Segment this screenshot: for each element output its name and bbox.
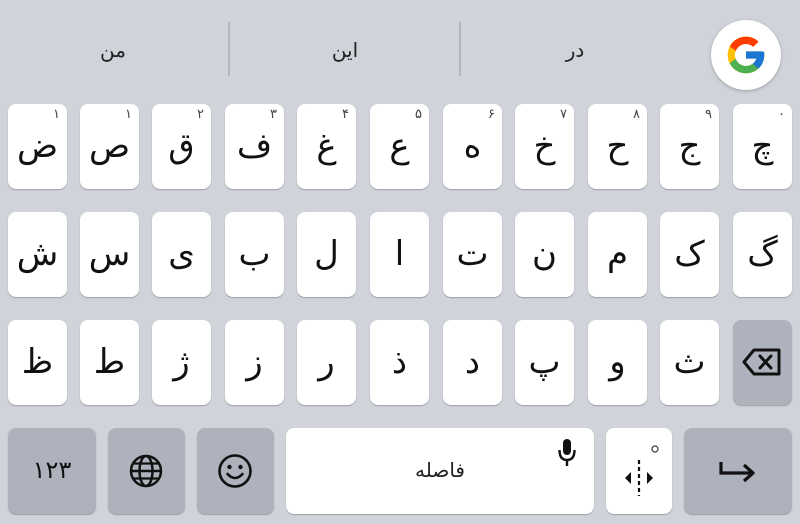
key-row3[interactable]: ث	[660, 320, 719, 405]
key-row2[interactable]: ش	[8, 212, 67, 297]
key-char: و	[609, 342, 626, 382]
key-char: ج	[678, 126, 701, 166]
key-char: س	[88, 234, 131, 274]
key-char: ز	[246, 342, 263, 382]
key-char: خ	[533, 126, 556, 166]
key-char: ت	[456, 234, 489, 274]
google-g-icon	[727, 36, 765, 74]
key-row2[interactable]: ت	[443, 212, 502, 297]
key-row2[interactable]: س	[80, 212, 139, 297]
key-row3[interactable]: ژ	[152, 320, 211, 405]
key-hint: ۳	[270, 107, 277, 122]
key-hint: ۸	[633, 107, 640, 122]
key-hint: ۱	[125, 107, 132, 122]
suggestion-divider	[228, 22, 230, 76]
cursor-move-icon	[625, 445, 659, 496]
backspace-icon	[742, 348, 781, 376]
key-row3[interactable]: ظ	[8, 320, 67, 405]
key-char: ط	[93, 342, 126, 382]
globe-key[interactable]	[108, 428, 185, 514]
enter-key[interactable]	[684, 428, 792, 514]
key-char: ه	[463, 126, 482, 166]
key-char: ع	[389, 126, 410, 166]
key-char: چ	[751, 126, 774, 166]
key-char: م	[606, 234, 629, 274]
key-row3[interactable]: ذ	[370, 320, 429, 405]
key-hint: ۲	[197, 107, 204, 122]
key-char: گ	[747, 234, 778, 274]
emoji-key[interactable]	[197, 428, 274, 514]
key-char: غ	[316, 126, 337, 166]
key-row1[interactable]: ۸ح	[588, 104, 647, 189]
key-row1[interactable]: ۹ج	[660, 104, 719, 189]
key-row1[interactable]: ۱ص	[80, 104, 139, 189]
key-hint: ۵	[415, 107, 422, 122]
key-char: ذ	[391, 342, 408, 382]
key-row3[interactable]: و	[588, 320, 647, 405]
suggestion-1[interactable]: در	[510, 38, 640, 62]
key-row2[interactable]: م	[588, 212, 647, 297]
key-char: ف	[236, 126, 273, 166]
key-row1[interactable]: ۳ف	[225, 104, 284, 189]
key-char: ژ	[173, 342, 190, 382]
key-hint: ۶	[488, 107, 495, 122]
key-char: ص	[88, 126, 131, 166]
key-char: ب	[238, 234, 271, 274]
key-row2[interactable]: ل	[297, 212, 356, 297]
suggestion-divider	[459, 22, 461, 76]
key-row1[interactable]: ۵ع	[370, 104, 429, 189]
key-row2[interactable]: ا	[370, 212, 429, 297]
enter-icon	[719, 462, 755, 483]
key-row2[interactable]: ن	[515, 212, 574, 297]
space-key-label: فاصله	[415, 458, 465, 482]
key-row3[interactable]: د	[443, 320, 502, 405]
key-row2[interactable]: ی	[152, 212, 211, 297]
key-char: ن	[532, 234, 557, 274]
suggestion-2[interactable]: این	[280, 38, 410, 62]
key-row3[interactable]: پ	[515, 320, 574, 405]
globe-icon	[129, 454, 163, 488]
suggestion-3[interactable]: من	[48, 38, 178, 62]
cursor-key[interactable]	[606, 428, 672, 514]
key-char: ش	[16, 234, 59, 274]
key-row1[interactable]: ۱ض	[8, 104, 67, 189]
key-char: ل	[314, 234, 339, 274]
key-hint: ۹	[705, 107, 712, 122]
key-row1[interactable]: ۰چ	[733, 104, 792, 189]
suggestion-bar: در این من	[0, 0, 800, 100]
key-char: ح	[606, 126, 629, 166]
key-char: ی	[168, 234, 195, 274]
key-hint: ۴	[342, 107, 349, 122]
key-row3[interactable]: ر	[297, 320, 356, 405]
key-hint: ۰	[778, 107, 785, 122]
key-row1[interactable]: ۶ه	[443, 104, 502, 189]
key-char: ض	[16, 126, 59, 166]
google-button[interactable]	[711, 20, 781, 90]
key-row3[interactable]: ط	[80, 320, 139, 405]
key-char: ظ	[21, 342, 54, 382]
key-char: ث	[673, 342, 706, 382]
key-row1[interactable]: ۷خ	[515, 104, 574, 189]
numbers-key[interactable]: ۱۲۳	[8, 428, 96, 514]
space-key[interactable]: فاصله	[286, 428, 594, 514]
key-row1[interactable]: ۴غ	[297, 104, 356, 189]
key-hint: ۱	[53, 107, 60, 122]
key-row2[interactable]: ب	[225, 212, 284, 297]
key-row2[interactable]: گ	[733, 212, 792, 297]
emoji-icon	[218, 454, 252, 488]
key-char: د	[464, 342, 481, 382]
key-row2[interactable]: ک	[660, 212, 719, 297]
key-hint: ۷	[560, 107, 567, 122]
key-char: ا	[394, 234, 405, 274]
key-char: ر	[318, 342, 335, 382]
backspace-key[interactable]	[733, 320, 792, 405]
mic-icon[interactable]	[558, 438, 576, 468]
numbers-key-label: ۱۲۳	[32, 456, 72, 484]
key-char: ک	[674, 234, 705, 274]
key-row1[interactable]: ۲ق	[152, 104, 211, 189]
key-char: ق	[168, 126, 195, 166]
key-row3[interactable]: ز	[225, 320, 284, 405]
key-char: پ	[528, 342, 561, 382]
